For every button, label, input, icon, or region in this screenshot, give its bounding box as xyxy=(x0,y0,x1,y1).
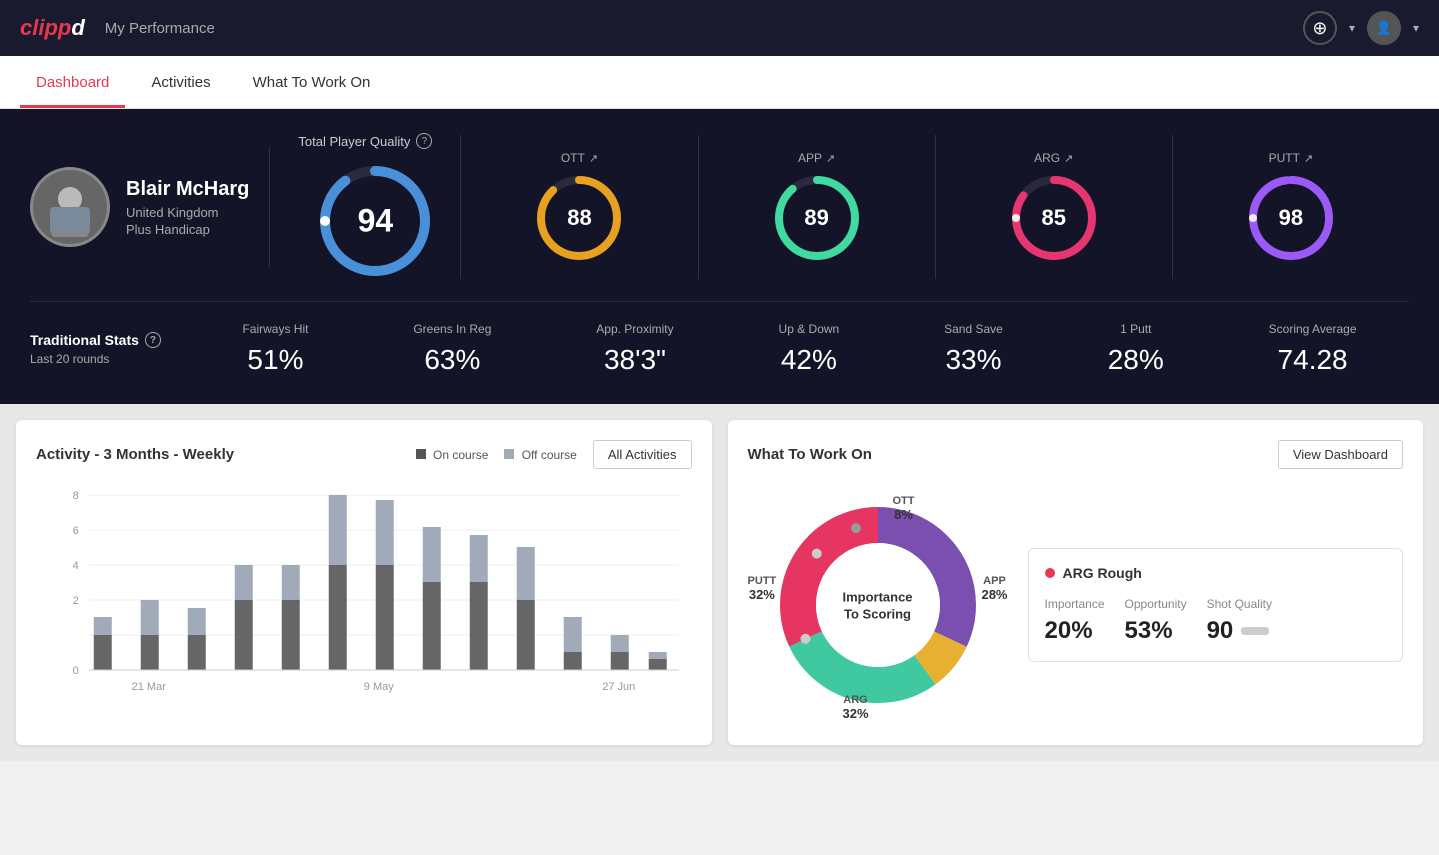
chart-legend: On course Off course xyxy=(416,448,577,462)
chart-area: 8 6 4 2 0 xyxy=(36,485,692,705)
svg-text:9 May: 9 May xyxy=(364,681,394,693)
player-details: Blair McHarg United Kingdom Plus Handica… xyxy=(126,178,249,237)
legend-on-course: On course xyxy=(416,448,489,462)
trad-stats-help-icon[interactable]: ? xyxy=(145,332,161,348)
user-avatar-button[interactable]: 👤 xyxy=(1367,11,1401,45)
total-quality-value: 94 xyxy=(358,203,394,240)
stat-greens: Greens In Reg 63% xyxy=(413,322,491,376)
ott-label: OTT ↗ xyxy=(561,151,598,165)
tabs-bar: Dashboard Activities What To Work On xyxy=(0,56,1439,109)
arg-card-title: ARG Rough xyxy=(1045,565,1387,581)
player-name: Blair McHarg xyxy=(126,178,249,201)
score-card-app: APP ↗ 89 xyxy=(699,135,936,279)
legend-off-course: Off course xyxy=(504,448,576,462)
header-title: My Performance xyxy=(105,20,1303,37)
view-dashboard-button[interactable]: View Dashboard xyxy=(1278,440,1403,469)
work-content: Importance To Scoring OTT 8% APP 28% ARG… xyxy=(748,485,1404,725)
header-actions: ⊕ ▾ 👤 ▾ xyxy=(1303,11,1419,45)
stat-scoring-avg: Scoring Average 74.28 xyxy=(1269,322,1357,376)
label-app: APP 28% xyxy=(981,575,1007,602)
stat-sand-save: Sand Save 33% xyxy=(944,322,1003,376)
chart-title: Activity - 3 Months - Weekly xyxy=(36,446,234,463)
trad-stats-label: Traditional Stats ? Last 20 rounds xyxy=(30,332,190,366)
svg-text:2: 2 xyxy=(73,595,79,607)
svg-text:21 Mar: 21 Mar xyxy=(132,681,167,693)
player-info-block: Blair McHarg United Kingdom Plus Handica… xyxy=(30,167,249,247)
tab-what-to-work-on[interactable]: What To Work On xyxy=(237,56,387,108)
ott-ring: 88 xyxy=(534,173,624,263)
app-ring: 89 xyxy=(772,173,862,263)
donut-svg xyxy=(748,485,1008,725)
putt-value: 98 xyxy=(1279,205,1303,231)
stat-up-down: Up & Down 42% xyxy=(779,322,840,376)
chart-header: Activity - 3 Months - Weekly On course O… xyxy=(36,440,692,469)
arg-stat-importance: Importance 20% xyxy=(1045,597,1105,645)
app-value: 89 xyxy=(804,205,828,231)
svg-text:4: 4 xyxy=(73,560,79,572)
activity-chart-svg: 8 6 4 2 0 xyxy=(36,485,692,705)
on-course-dot xyxy=(416,449,426,459)
score-card-putt: PUTT ↗ 98 xyxy=(1173,135,1409,279)
svg-text:8: 8 xyxy=(73,490,79,502)
tab-dashboard[interactable]: Dashboard xyxy=(20,56,125,108)
arg-card-stats: Importance 20% Opportunity 53% Shot Qual… xyxy=(1045,597,1387,645)
what-to-work-on-panel: What To Work On View Dashboard xyxy=(728,420,1424,745)
arg-ring: 85 xyxy=(1009,173,1099,263)
stats-section: Blair McHarg United Kingdom Plus Handica… xyxy=(0,109,1439,404)
label-putt: PUTT 32% xyxy=(748,575,777,602)
svg-text:6: 6 xyxy=(73,525,79,537)
score-card-arg: ARG ↗ 85 xyxy=(936,135,1173,279)
total-quality-block: Total Player Quality ? 94 xyxy=(290,133,440,281)
tab-activities[interactable]: Activities xyxy=(135,56,226,108)
stat-fairways: Fairways Hit 51% xyxy=(242,322,308,376)
work-title: What To Work On xyxy=(748,446,872,463)
donut-chart-area: Importance To Scoring OTT 8% APP 28% ARG… xyxy=(748,485,1008,725)
label-arg: ARG 32% xyxy=(843,694,869,721)
shot-quality-bar xyxy=(1241,627,1269,635)
add-dropdown-icon: ▾ xyxy=(1349,21,1355,35)
player-country: United Kingdom xyxy=(126,205,249,220)
shot-quality-row: 90 xyxy=(1207,617,1272,645)
off-course-dot xyxy=(504,449,514,459)
putt-label: PUTT ↗ xyxy=(1269,151,1314,165)
stat-one-putt: 1 Putt 28% xyxy=(1108,322,1164,376)
quality-label: Total Player Quality ? xyxy=(298,133,432,149)
trad-stats-subtitle: Last 20 rounds xyxy=(30,352,190,366)
svg-text:27 Jun: 27 Jun xyxy=(602,681,635,693)
player-handicap: Plus Handicap xyxy=(126,222,249,237)
total-quality-ring: 94 xyxy=(315,161,435,281)
add-button[interactable]: ⊕ xyxy=(1303,11,1337,45)
score-cards: OTT ↗ 88 APP ↗ xyxy=(460,135,1409,279)
trad-stats-title: Traditional Stats ? xyxy=(30,332,190,348)
divider-player-quality xyxy=(269,147,270,267)
activity-chart-panel: Activity - 3 Months - Weekly On course O… xyxy=(16,420,712,745)
arg-stat-shot-quality: Shot Quality 90 xyxy=(1207,597,1272,645)
bottom-panels: Activity - 3 Months - Weekly On course O… xyxy=(0,404,1439,761)
chart-controls: On course Off course All Activities xyxy=(416,440,692,469)
arg-label: ARG ↗ xyxy=(1034,151,1073,165)
arg-stat-opportunity: Opportunity 53% xyxy=(1125,597,1187,645)
svg-text:0: 0 xyxy=(73,665,79,677)
app-label: APP ↗ xyxy=(798,151,835,165)
avatar-dropdown-icon: ▾ xyxy=(1413,21,1419,35)
arg-card-dot xyxy=(1045,568,1055,578)
stat-proximity: App. Proximity 38'3" xyxy=(596,322,673,376)
ott-value: 88 xyxy=(567,205,591,231)
player-avatar xyxy=(30,167,110,247)
work-header: What To Work On View Dashboard xyxy=(748,440,1404,469)
header: clippd My Performance ⊕ ▾ 👤 ▾ xyxy=(0,0,1439,56)
traditional-stats: Traditional Stats ? Last 20 rounds Fairw… xyxy=(30,302,1409,380)
putt-ring: 98 xyxy=(1246,173,1336,263)
arg-info-card: ARG Rough Importance 20% Opportunity 53%… xyxy=(1028,548,1404,662)
arg-value: 85 xyxy=(1042,205,1066,231)
score-card-ott: OTT ↗ 88 xyxy=(461,135,698,279)
label-ott: OTT 8% xyxy=(893,495,915,522)
logo: clippd xyxy=(20,15,85,41)
trad-stats-values: Fairways Hit 51% Greens In Reg 63% App. … xyxy=(190,322,1409,376)
quality-help-icon[interactable]: ? xyxy=(416,133,432,149)
all-activities-button[interactable]: All Activities xyxy=(593,440,692,469)
